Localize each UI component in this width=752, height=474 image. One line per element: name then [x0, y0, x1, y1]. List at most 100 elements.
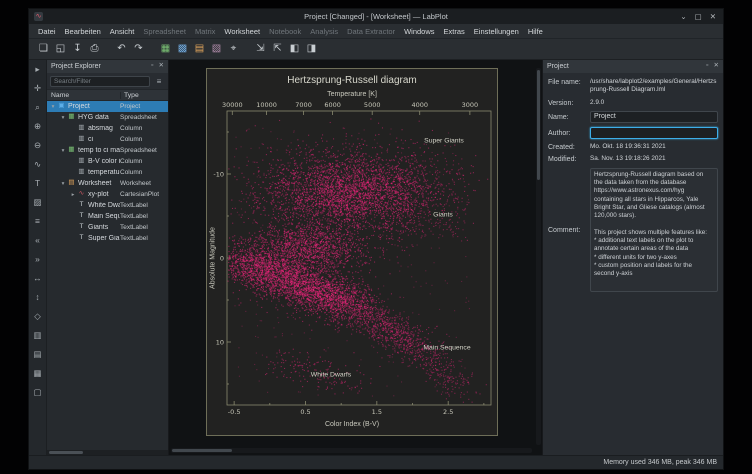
- horizontal-layout-button[interactable]: ▤: [31, 348, 44, 361]
- tree-item[interactable]: ▥ ci Column: [47, 134, 168, 145]
- grid-layout-button[interactable]: ▦: [31, 367, 44, 380]
- menu-item[interactable]: Worksheet: [220, 26, 264, 37]
- tree-item[interactable]: ▸ ∿ xy-plot CartesianPlot: [47, 189, 168, 200]
- tree-item[interactable]: ▥ temperature Column: [47, 167, 168, 178]
- tree-item[interactable]: ▾ ▦ temp to ci mapping Spreadsheet: [47, 145, 168, 156]
- shift-left-button[interactable]: «: [31, 234, 44, 247]
- menu-item[interactable]: Hilfe: [524, 26, 547, 37]
- tree-item[interactable]: T Super Giants TextLabel: [47, 233, 168, 244]
- filter-options-icon[interactable]: ≡: [153, 75, 165, 87]
- scrollbar-thumb[interactable]: [49, 451, 83, 454]
- new-matrix-button[interactable]: ▩: [174, 41, 191, 58]
- titlebar[interactable]: ∿ Project [Changed] - [Worksheet] — LabP…: [29, 9, 723, 24]
- menu-item[interactable]: Notebook: [265, 26, 305, 37]
- tree-item[interactable]: T White Dwarfs TextLabel: [47, 200, 168, 211]
- worksheet-view[interactable]: [207, 69, 499, 437]
- navigate-tool-button[interactable]: ✛: [31, 82, 44, 95]
- scrollbar-thumb[interactable]: [172, 449, 232, 452]
- worksheet-page[interactable]: Hertzsprung-Russell diagram Temperature …: [206, 68, 498, 436]
- new-notebook-button[interactable]: ▧: [208, 41, 225, 58]
- tree-item[interactable]: ▥ absmag Column: [47, 123, 168, 134]
- menu-item[interactable]: Spreadsheet: [139, 26, 190, 37]
- zoom-in-button[interactable]: ⊕: [31, 120, 44, 133]
- tree-item[interactable]: ▾ ▣ Project Project: [47, 101, 168, 112]
- minimize-button[interactable]: ⌄: [680, 9, 686, 24]
- region-label[interactable]: White Dwarfs: [311, 372, 351, 379]
- maximize-button[interactable]: ▢: [695, 9, 702, 24]
- tree-item[interactable]: T Giants TextLabel: [47, 222, 168, 233]
- menu-item[interactable]: Datei: [34, 26, 60, 37]
- close-button[interactable]: ✕: [710, 9, 716, 24]
- expander-icon[interactable]: ▾: [49, 104, 57, 110]
- region-label[interactable]: Super Giants: [424, 138, 464, 145]
- add-curve-button[interactable]: ∿: [31, 158, 44, 171]
- tree-item[interactable]: ▾ ▤ Worksheet Worksheet: [47, 178, 168, 189]
- tree-item[interactable]: ▥ B-V color index Column: [47, 156, 168, 167]
- menu-item[interactable]: Matrix: [191, 26, 219, 37]
- shift-right-button[interactable]: »: [31, 253, 44, 266]
- tree-item[interactable]: ▾ ▦ HYG data Spreadsheet: [47, 112, 168, 123]
- undo-button[interactable]: ↶: [113, 41, 130, 58]
- new-worksheet-button[interactable]: ▤: [191, 41, 208, 58]
- tree-item-type: Project: [120, 103, 168, 110]
- menu-item[interactable]: Windows: [400, 26, 438, 37]
- menu-item[interactable]: Analysis: [306, 26, 342, 37]
- select-tool-button[interactable]: ▸: [31, 63, 44, 76]
- add-legend-button[interactable]: ≡: [31, 215, 44, 228]
- undock-icon[interactable]: ▫: [151, 63, 153, 70]
- auto-scale-button[interactable]: ◇: [31, 310, 44, 323]
- add-text-label-button[interactable]: T: [31, 177, 44, 190]
- region-label[interactable]: Giants: [433, 212, 453, 219]
- zoom-out-button[interactable]: ⊖: [31, 139, 44, 152]
- add-image-button[interactable]: ▨: [31, 196, 44, 209]
- top-axis-title[interactable]: Temperature [K]: [207, 91, 497, 98]
- expander-icon[interactable]: ▾: [59, 181, 67, 187]
- project-name-input[interactable]: [590, 111, 718, 123]
- break-layout-button[interactable]: ▢: [31, 386, 44, 399]
- explorer-horizontal-scrollbar[interactable]: [47, 450, 168, 455]
- menu-item[interactable]: Bearbeiten: [61, 26, 105, 37]
- plot-title[interactable]: Hertzsprung-Russell diagram: [207, 75, 497, 86]
- menu-item[interactable]: Data Extractor: [343, 26, 399, 37]
- search-input[interactable]: [50, 76, 150, 87]
- column-header-type[interactable]: Type: [120, 92, 168, 99]
- save-button[interactable]: ↧: [69, 41, 86, 58]
- comment-textarea[interactable]: Hertzsprung-Russell diagram based on the…: [590, 168, 718, 292]
- zoom-x-button[interactable]: ↔: [31, 272, 44, 285]
- worksheet-vertical-scrollbar[interactable]: [536, 68, 541, 445]
- expander-icon[interactable]: ▸: [69, 192, 77, 198]
- vertical-layout-button[interactable]: ▥: [31, 329, 44, 342]
- close-icon[interactable]: ✕: [714, 63, 719, 70]
- worksheet-horizontal-scrollbar[interactable]: [171, 448, 532, 453]
- menu-item[interactable]: Ansicht: [106, 26, 139, 37]
- new-spreadsheet-button[interactable]: ▦: [157, 41, 174, 58]
- menubar: DateiBearbeitenAnsichtSpreadsheetMatrixW…: [29, 24, 723, 39]
- new-datapicker-button[interactable]: ⌖: [225, 41, 242, 58]
- toggle-project-explorer-button[interactable]: ◧: [286, 41, 303, 58]
- menu-item[interactable]: Extras: [440, 26, 469, 37]
- toggle-properties-button[interactable]: ◨: [303, 41, 320, 58]
- expander-icon[interactable]: ▾: [59, 115, 67, 121]
- redo-button[interactable]: ↷: [130, 41, 147, 58]
- zoom-select-tool-button[interactable]: ⌕: [31, 101, 44, 114]
- export-button[interactable]: ⇱: [269, 41, 286, 58]
- x-axis-title[interactable]: Color Index (B-V): [207, 421, 497, 428]
- tree-item[interactable]: T Main Sequence TextLabel: [47, 211, 168, 222]
- region-label[interactable]: Main Sequence: [423, 345, 470, 352]
- undock-icon[interactable]: ▫: [706, 63, 708, 70]
- close-icon[interactable]: ✕: [159, 63, 164, 70]
- break-layout-icon: ▢: [33, 388, 41, 397]
- import-button[interactable]: ⇲: [252, 41, 269, 58]
- tree-item-name: HYG data: [78, 114, 120, 121]
- column-header-name[interactable]: Name: [47, 92, 120, 99]
- tree-item-type: Column: [120, 158, 168, 165]
- scrollbar-thumb[interactable]: [537, 70, 540, 180]
- print-button[interactable]: ⎙: [86, 41, 103, 58]
- menu-item[interactable]: Einstellungen: [470, 26, 523, 37]
- new-file-button[interactable]: ❏: [35, 41, 52, 58]
- expander-icon[interactable]: ▾: [59, 148, 67, 154]
- zoom-y-button[interactable]: ↕: [31, 291, 44, 304]
- open-file-button[interactable]: ◱: [52, 41, 69, 58]
- author-input[interactable]: [590, 127, 718, 139]
- y-axis-title[interactable]: Absolute Magnitude: [210, 227, 217, 289]
